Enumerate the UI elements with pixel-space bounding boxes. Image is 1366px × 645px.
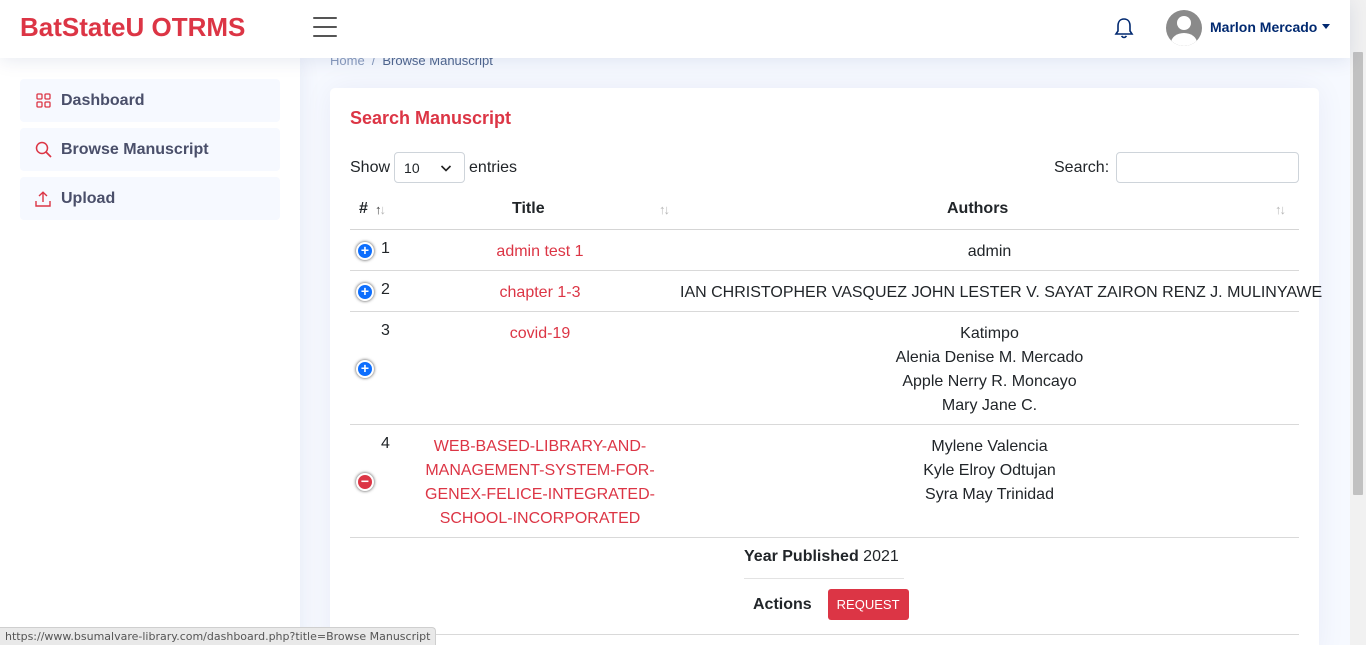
table-row[interactable]: + 2 chapter 1-3 IAN CHRISTOPHER VASQUEZ …: [350, 271, 1323, 312]
author-name: Mary Jane C.: [941, 397, 1038, 414]
manuscript-title-link[interactable]: WEB-BASED-LIBRARY-AND- MANAGEMENT-SYSTEM…: [420, 435, 660, 531]
user-name-label: Marlon Mercado: [1210, 19, 1318, 35]
expand-row-icon[interactable]: +: [356, 360, 374, 378]
search-manuscript-card: Search Manuscript Show 10 entries Search…: [330, 88, 1323, 645]
entries-select-value: 10: [404, 159, 420, 176]
author-name: IAN CHRISTOPHER VASQUEZ JOHN LESTER V. S…: [680, 284, 1323, 301]
dropdown-caret-icon: [1322, 24, 1331, 29]
search-input[interactable]: [1116, 152, 1300, 183]
author-name: Syra May Trinidad: [925, 486, 1054, 503]
title-line: covid-19: [509, 325, 571, 342]
sidebar-item-dashboard[interactable]: Dashboard: [20, 79, 280, 122]
author-name: Apple Nerry R. Moncayo: [902, 373, 1077, 390]
detail-divider: [744, 578, 904, 579]
actions: Actions REQUEST: [753, 589, 909, 620]
author-name: Alenia Denise M. Mercado: [895, 349, 1084, 366]
manuscript-title-link[interactable]: chapter 1-3: [420, 281, 660, 305]
title-line: WEB-BASED-LIBRARY-AND-: [433, 438, 647, 455]
authors-cell: admin: [680, 240, 1299, 264]
title-line: SCHOOL-INCORPORATED: [439, 510, 641, 527]
title-line: GENEX-FELICE-INTEGRATED-: [425, 486, 655, 503]
sidebar-item-browse-manuscript[interactable]: Browse Manuscript: [20, 128, 280, 171]
brand-logo[interactable]: BatStateU OTRMS: [20, 12, 245, 43]
sidebar-item-label: Browse Manuscript: [61, 140, 209, 158]
year-published-value: 2021: [863, 548, 899, 565]
year-published: Year Published 2021: [744, 548, 899, 566]
card-title: Search Manuscript: [350, 108, 512, 128]
collapse-row-icon[interactable]: −: [356, 473, 374, 491]
row-number: 3: [381, 322, 390, 339]
title-line: admin test 1: [496, 243, 584, 260]
table-header-row: # ↑↓ Title ↑↓ Authors ↑↓: [350, 192, 1299, 230]
expand-row-icon[interactable]: +: [356, 283, 374, 301]
author-name: Katimpo: [960, 325, 1019, 342]
page-scrollbar[interactable]: [1350, 0, 1366, 645]
authors-cell: Katimpo Alenia Denise M. Mercado Apple N…: [680, 322, 1299, 418]
show-label: Show: [350, 158, 391, 176]
author-name: admin: [967, 243, 1012, 260]
grid-icon: [34, 92, 52, 110]
row-number: 2: [381, 281, 390, 298]
entries-label: entries: [469, 158, 518, 176]
sidebar-item-label: Upload: [61, 189, 116, 207]
title-line: chapter 1-3: [499, 284, 581, 301]
row-number: 1: [381, 240, 390, 257]
column-header-title[interactable]: Title: [512, 200, 545, 218]
table-row[interactable]: + 1 admin test 1 admin: [350, 230, 1299, 271]
table-search: Search:: [1054, 152, 1300, 183]
authors-cell: IAN CHRISTOPHER VASQUEZ JOHN LESTER V. S…: [680, 281, 1323, 305]
expand-row-icon[interactable]: +: [356, 242, 374, 260]
manuscript-title-link[interactable]: covid-19: [420, 322, 660, 346]
sidebar-item-upload[interactable]: Upload: [20, 177, 280, 220]
sort-icon: ↑↓: [1275, 202, 1286, 217]
row-detail: Year Published 2021 Actions REQUEST: [350, 538, 1299, 635]
upload-icon: [34, 190, 52, 208]
browser-status-url: https://www.bsumalvare-library.com/dashb…: [0, 627, 437, 645]
actions-label: Actions: [753, 595, 812, 613]
table-row[interactable]: − 4 WEB-BASED-LIBRARY-AND- MANAGEMENT-SY…: [350, 425, 1299, 538]
chevron-down-icon: [440, 161, 452, 177]
entries-length-control: Show 10 entries: [350, 152, 517, 183]
column-header-num[interactable]: #: [359, 200, 368, 218]
column-header-authors[interactable]: Authors: [947, 200, 1008, 218]
author-name: Mylene Valencia: [931, 438, 1048, 455]
row-number: 4: [381, 435, 390, 452]
search-icon: [34, 141, 52, 159]
user-avatar[interactable]: [1166, 10, 1202, 46]
scrollbar-thumb[interactable]: [1353, 52, 1363, 495]
sort-icon: ↑↓: [659, 202, 670, 217]
author-name: Kyle Elroy Odtujan: [923, 462, 1056, 479]
entries-select[interactable]: 10: [394, 152, 466, 183]
year-published-label: Year Published: [744, 548, 859, 565]
authors-cell: Mylene Valencia Kyle Elroy Odtujan Syra …: [680, 435, 1299, 507]
manuscript-title-link[interactable]: admin test 1: [420, 240, 660, 264]
sidebar-item-label: Dashboard: [61, 91, 145, 109]
top-header: BatStateU OTRMS Marlon Mercado: [0, 0, 1350, 58]
notification-bell-icon[interactable]: [1114, 17, 1134, 39]
sort-asc-icon: ↑↓: [375, 202, 386, 217]
search-label: Search:: [1054, 158, 1110, 176]
sidebar: Dashboard Browse Manuscript Upload: [0, 58, 300, 645]
title-line: MANAGEMENT-SYSTEM-FOR-: [425, 462, 655, 479]
user-menu[interactable]: Marlon Mercado: [1210, 19, 1331, 35]
menu-toggle-icon[interactable]: [313, 17, 337, 39]
table-row[interactable]: + 3 covid-19 Katimpo Alenia Denise M. Me…: [350, 312, 1299, 425]
request-button[interactable]: REQUEST: [827, 589, 909, 620]
